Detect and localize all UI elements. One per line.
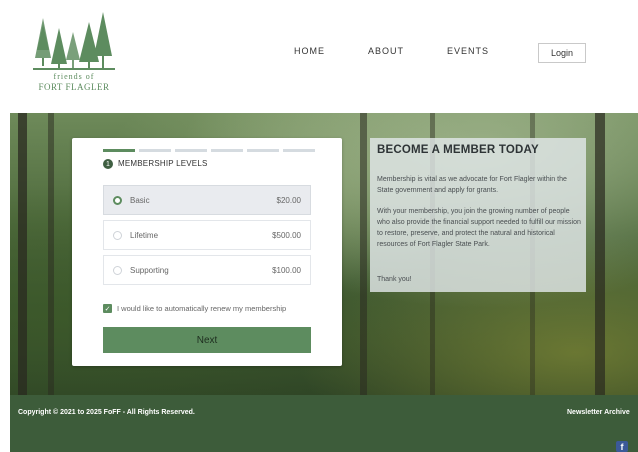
facebook-icon[interactable]: f (616, 441, 628, 452)
membership-option-basic[interactable]: Basic $20.00 (103, 185, 311, 215)
tree-trunk (18, 113, 27, 395)
info-paragraph: With your membership, you join the growi… (377, 208, 581, 248)
option-label: Lifetime (130, 230, 159, 240)
tree-trunk (360, 113, 367, 395)
nav-about[interactable]: ABOUT (368, 46, 404, 56)
option-price: $500.00 (272, 230, 301, 240)
auto-renew-checkbox[interactable]: ✓ (103, 304, 112, 313)
form-progress-bar (103, 149, 315, 152)
nav-events[interactable]: EVENTS (447, 46, 489, 56)
site-logo[interactable]: friends of FORT FLAGLER (33, 10, 115, 96)
progress-step (283, 149, 315, 152)
tree-trunk (595, 113, 605, 395)
option-label: Supporting (130, 265, 169, 275)
newsletter-archive-link[interactable]: Newsletter Archive (567, 409, 630, 416)
option-price: $100.00 (272, 265, 301, 275)
logo-tagline: friends of (53, 72, 95, 81)
next-button[interactable]: Next (103, 327, 311, 353)
info-title: BECOME A MEMBER TODAY (377, 144, 539, 156)
radio-button[interactable] (113, 195, 122, 205)
membership-option-lifetime[interactable]: Lifetime $500.00 (103, 220, 311, 250)
info-thanks: Thank you! (377, 276, 412, 283)
nav-home[interactable]: HOME (294, 46, 325, 56)
progress-step (139, 149, 171, 152)
progress-step (175, 149, 207, 152)
tree-trunk (48, 113, 54, 395)
membership-option-supporting[interactable]: Supporting $100.00 (103, 255, 311, 285)
auto-renew-label[interactable]: I would like to automatically renew my m… (117, 304, 286, 313)
progress-step (103, 149, 135, 152)
forest-logo-icon (33, 12, 115, 70)
option-price: $20.00 (276, 195, 301, 205)
option-label: Basic (130, 195, 150, 205)
radio-button[interactable] (113, 265, 122, 275)
progress-step (211, 149, 243, 152)
membership-levels-heading: MEMBERSHIP LEVELS (118, 159, 208, 168)
logo-name: FORT FLAGLER (38, 82, 110, 92)
info-paragraph: Membership is vital as we advocate for F… (377, 176, 567, 194)
site-header: friends of FORT FLAGLER HOME ABOUT EVENT… (0, 0, 638, 112)
login-button[interactable]: Login (538, 43, 586, 63)
step-number-badge: 1 (103, 159, 113, 169)
radio-button[interactable] (113, 230, 122, 240)
site-footer (10, 395, 638, 452)
progress-step (247, 149, 279, 152)
copyright-text: Copyright © 2021 to 2025 FoFF - All Righ… (18, 409, 195, 416)
